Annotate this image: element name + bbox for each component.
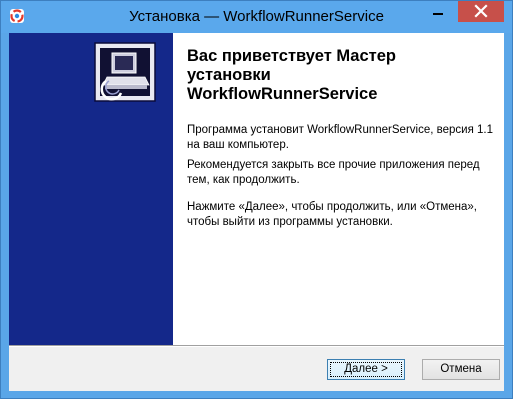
wizard-content-panel: Вас приветствует Мастер установки Workfl… <box>173 33 504 345</box>
wizard-banner <box>9 33 173 345</box>
focus-rectangle <box>330 362 402 377</box>
close-apps-text: Рекомендуется закрыть все прочие приложе… <box>187 159 480 186</box>
close-icon <box>474 4 488 18</box>
setup-computer-icon <box>9 33 173 345</box>
minimize-button[interactable] <box>425 2 451 22</box>
install-info-text: Программа установит WorkflowRunnerServic… <box>187 124 493 151</box>
cancel-button-label: Отмена <box>440 363 482 375</box>
footer-divider-highlight <box>9 346 504 347</box>
cancel-button[interactable]: Отмена <box>422 359 500 380</box>
welcome-heading: Вас приветствует Мастер установки Workfl… <box>187 47 396 103</box>
minimize-icon <box>433 13 443 15</box>
title-bar[interactable]: Установка — WorkflowRunnerService <box>1 1 512 33</box>
close-button[interactable] <box>458 1 504 22</box>
wizard-client-area: Вас приветствует Мастер установки Workfl… <box>9 33 504 391</box>
installer-window: Установка — WorkflowRunnerService Вас пр… <box>0 0 513 399</box>
next-cancel-instructions: Нажмите «Далее», чтобы продолжить, или «… <box>187 201 477 228</box>
next-button[interactable]: Далее > <box>327 359 405 380</box>
